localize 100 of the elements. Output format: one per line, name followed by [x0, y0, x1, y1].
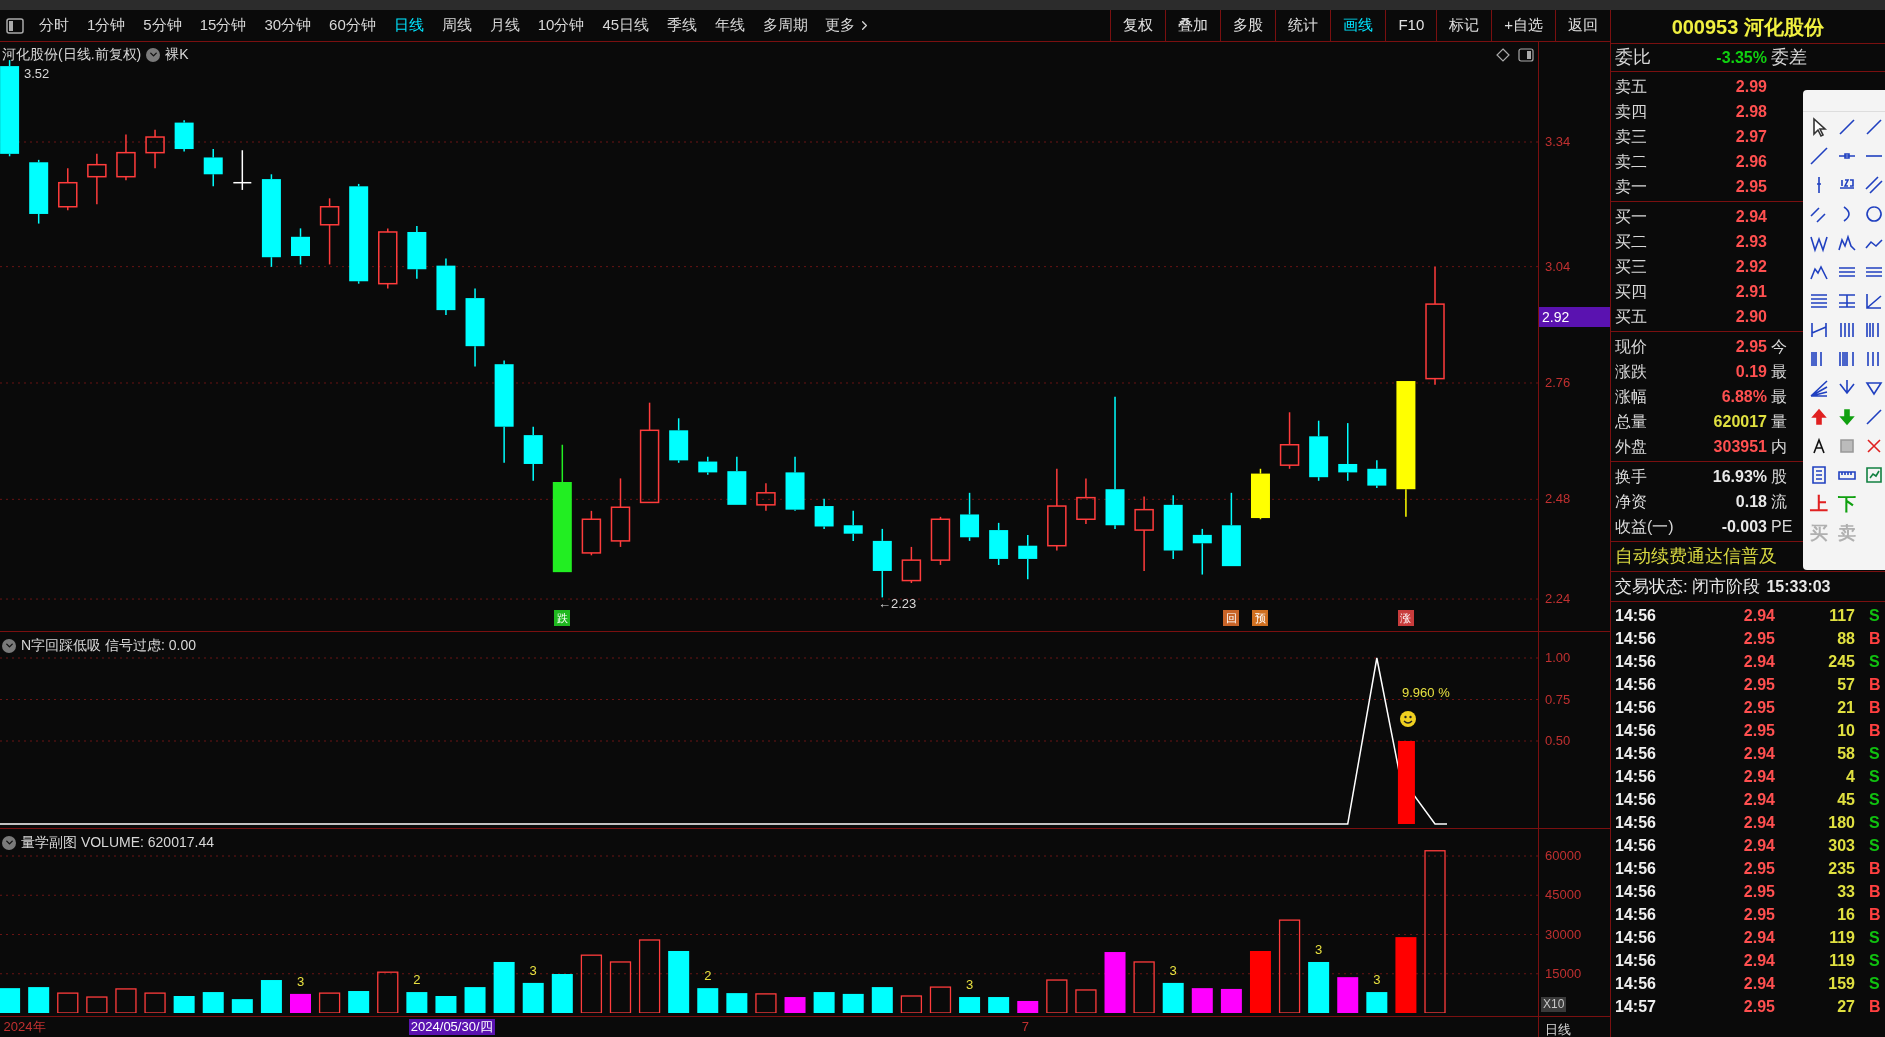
promo-banner[interactable]: 自动续费通达信普及	[1615, 543, 1777, 570]
chart-icon[interactable]	[1863, 464, 1885, 486]
tick-side: B	[1869, 904, 1881, 925]
fan-icon[interactable]	[1808, 377, 1830, 399]
period-tab[interactable]: 5分钟	[134, 10, 191, 41]
period-tab[interactable]: 1分钟	[78, 10, 135, 41]
period-tab[interactable]: 周线	[432, 10, 481, 41]
period-tab[interactable]: 60分钟	[320, 10, 385, 41]
tick-time: 14:56	[1615, 766, 1657, 787]
quote-label: 收益(一)	[1615, 516, 1675, 537]
tick-price: 2.95	[1742, 628, 1775, 649]
candle	[669, 417, 689, 464]
collapse-icon[interactable]	[2, 638, 16, 653]
tick-time: 14:56	[1615, 605, 1657, 626]
quote-value: 2.95	[1734, 336, 1767, 357]
volume-bar	[86, 996, 108, 1013]
period-tab[interactable]: 30分钟	[255, 10, 321, 41]
tick-price: 2.95	[1742, 858, 1775, 879]
volume-bar	[493, 962, 515, 1013]
tick-time: 14:56	[1615, 927, 1657, 948]
candle	[930, 516, 951, 566]
volume-bar	[464, 987, 486, 1013]
volume-bar	[1075, 989, 1097, 1013]
toolbar-button[interactable]: 画线	[1330, 10, 1386, 41]
period-tab[interactable]: 季线	[658, 10, 707, 41]
tick-price: 2.94	[1742, 743, 1775, 764]
period-tab[interactable]: 15分钟	[190, 10, 256, 41]
tick-side: S	[1869, 743, 1880, 764]
toolbar-button[interactable]: F10	[1385, 10, 1437, 41]
tick-time: 14:56	[1615, 881, 1657, 902]
volume-bar	[755, 993, 777, 1013]
toolbar-button[interactable]: 复权	[1110, 10, 1166, 41]
quote-label: 涨跌	[1615, 361, 1648, 382]
volume-bar	[580, 954, 603, 1013]
line-tool-icon[interactable]	[1808, 145, 1830, 167]
candle	[203, 148, 223, 188]
tick-volume: 21	[1836, 697, 1855, 718]
palette-label[interactable]: 上	[1805, 493, 1833, 515]
tick-price: 2.94	[1742, 812, 1775, 833]
diamond-icon[interactable]	[1496, 48, 1510, 62]
volume-bar	[871, 987, 893, 1013]
period-tab[interactable]: 年线	[706, 10, 755, 41]
toolbar-button[interactable]: 标记	[1436, 10, 1492, 41]
toolbar-button[interactable]: +自选	[1491, 10, 1555, 41]
volume-bar	[609, 961, 632, 1013]
toolbar-button[interactable]: 叠加	[1165, 10, 1221, 41]
period-tab[interactable]: 分时	[30, 10, 78, 41]
volume-bar	[1220, 988, 1242, 1013]
tick-side: B	[1869, 996, 1881, 1017]
quote-label: 今	[1771, 336, 1788, 357]
volume-bar	[348, 991, 370, 1013]
bar-label: 3	[1169, 962, 1177, 978]
bar-label: 3	[529, 962, 537, 978]
candle	[407, 225, 427, 280]
quote-value: 2.95	[1734, 176, 1767, 197]
quote-value: 2.98	[1734, 101, 1767, 122]
tick-volume: 117	[1828, 605, 1855, 626]
period-tab[interactable]: 月线	[480, 10, 529, 41]
candle	[872, 528, 892, 599]
toolbar-button[interactable]: 统计	[1275, 10, 1331, 41]
candle	[378, 227, 398, 290]
more-button[interactable]: 更多	[817, 10, 881, 41]
stock-name: 河化股份	[1744, 14, 1825, 40]
quote-value: 0.19	[1734, 361, 1767, 382]
signal-tag: 回	[1223, 610, 1240, 626]
tick-side: S	[1869, 812, 1880, 833]
period-tab[interactable]: 多周期	[754, 10, 818, 41]
panel-icon[interactable]	[1518, 48, 1534, 62]
candle	[523, 425, 543, 482]
tick-price: 2.94	[1742, 835, 1775, 856]
tick-price: 2.94	[1742, 651, 1775, 672]
period-tab[interactable]: 10分钟	[528, 10, 594, 41]
sidebar-toggle-icon[interactable]	[6, 17, 24, 34]
toolbar-button[interactable]: 多股	[1220, 10, 1276, 41]
collapse-icon[interactable]	[2, 835, 16, 850]
tick-time: 14:56	[1615, 812, 1657, 833]
volume-bar	[231, 999, 253, 1013]
low-price-label: ←2.23	[878, 595, 917, 613]
period-tab[interactable]: 日线	[384, 10, 433, 41]
candle	[145, 129, 165, 170]
volume-bar	[260, 980, 282, 1013]
volume-bar	[435, 996, 457, 1013]
collapse-icon[interactable]	[146, 47, 161, 62]
volume-bar	[929, 986, 952, 1013]
tick-side: S	[1869, 835, 1880, 856]
quote-label: 委比	[1615, 46, 1652, 69]
last-price-tag: 2.92	[1539, 306, 1610, 327]
period-tab[interactable]: 45日线	[593, 10, 659, 41]
volume-bar	[959, 997, 981, 1013]
tick-volume: 88	[1836, 628, 1855, 649]
candle	[727, 456, 747, 506]
volume-bar	[522, 982, 544, 1013]
parallel-lines-icon[interactable]	[1863, 174, 1885, 196]
date-label: 7	[1020, 1019, 1030, 1035]
tick-price: 2.95	[1742, 904, 1775, 925]
tick-side: B	[1869, 674, 1881, 695]
candle	[814, 498, 834, 530]
bar-label: 3	[1373, 972, 1381, 988]
tick-volume: 27	[1836, 996, 1855, 1017]
chart-title: 河化股份(日线.前复权)	[2, 45, 142, 64]
